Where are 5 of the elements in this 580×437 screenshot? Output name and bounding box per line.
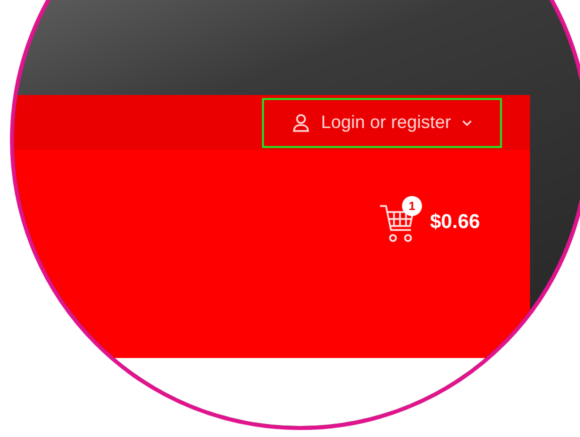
cart-count-badge: 1 [402,196,422,216]
chevron-down-icon [461,118,474,126]
login-register-link[interactable]: Login or register [262,98,502,148]
cart-total[interactable]: $0.66 [430,210,480,234]
user-icon [290,112,311,132]
